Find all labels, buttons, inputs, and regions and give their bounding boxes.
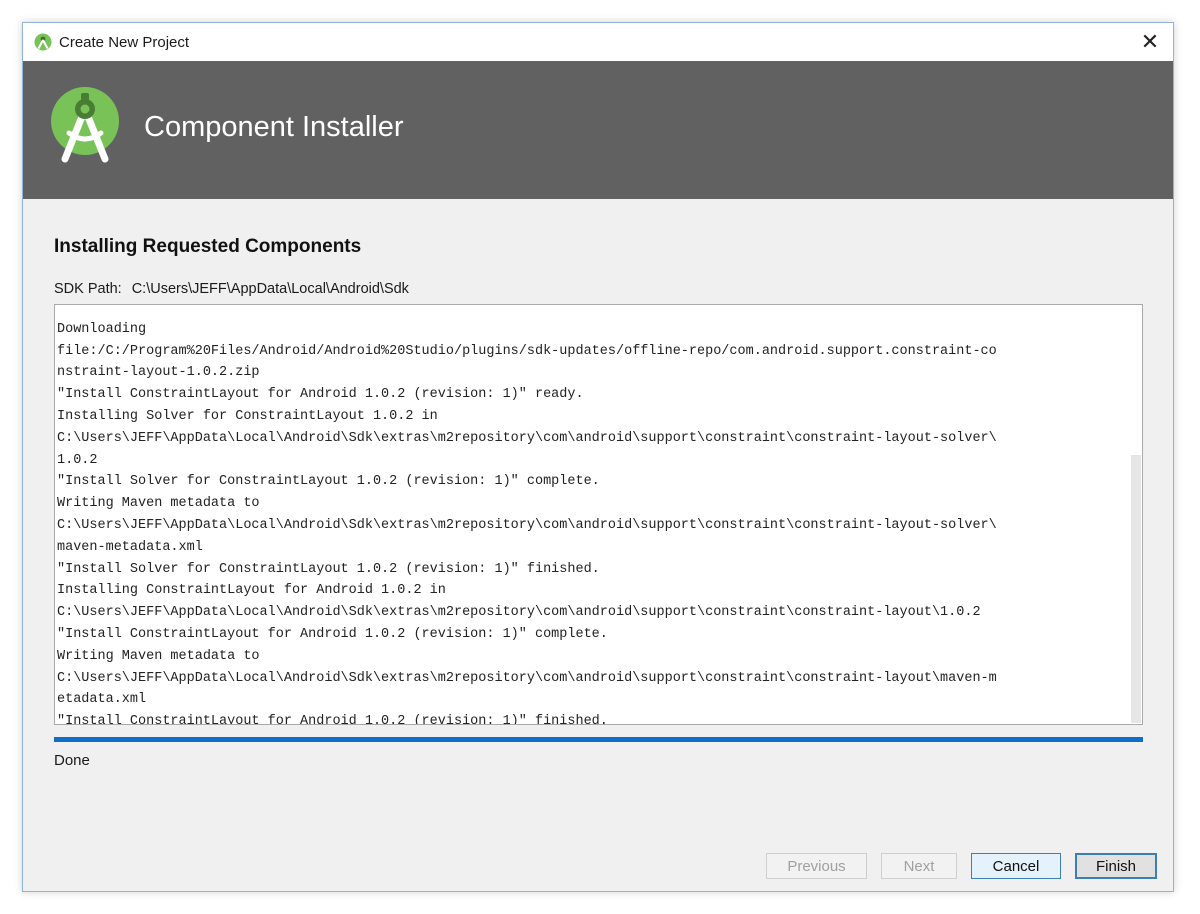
banner-title: Component Installer [144, 111, 404, 143]
cancel-button[interactable]: Cancel [971, 853, 1061, 879]
log-line: Writing Maven metadata to [57, 648, 260, 664]
progress-bar-fill [54, 737, 1143, 742]
sdk-path-label: SDK Path: [54, 281, 122, 297]
log-line: C:\Users\JEFF\AppData\Local\Android\Sdk\… [57, 670, 997, 686]
vertical-scrollbar[interactable] [1128, 305, 1142, 724]
log-line: "Install Solver for ConstraintLayout 1.0… [57, 474, 600, 490]
log-line: Installing Solver for ConstraintLayout 1… [57, 408, 438, 424]
close-button[interactable]: ✕ [1127, 23, 1173, 61]
next-button[interactable]: Next [881, 853, 957, 879]
log-line: maven-metadata.xml [57, 539, 203, 555]
progress-bar [54, 737, 1143, 742]
create-new-project-dialog: Create New Project ✕ Component Installer… [22, 22, 1174, 892]
log-line: 1.0.2 [57, 452, 98, 468]
sdk-path-value: C:\Users\JEFF\AppData\Local\Android\Sdk [131, 281, 409, 297]
status-text: Done [54, 752, 90, 769]
log-line: Writing Maven metadata to [57, 496, 260, 512]
log-line: "Install Solver for ConstraintLayout 1.0… [57, 561, 600, 577]
android-studio-logo [51, 87, 119, 163]
header-banner: Component Installer [23, 61, 1173, 199]
log-line: Downloading [57, 321, 147, 337]
log-line: etadata.xml [57, 692, 147, 708]
log-line: C:\Users\JEFF\AppData\Local\Android\Sdk\… [57, 517, 997, 533]
install-log[interactable]: Downloading file:/C:/Program%20Files/Andr… [54, 304, 1143, 725]
scrollbar-thumb[interactable] [1131, 455, 1141, 723]
previous-button[interactable]: Previous [766, 853, 867, 879]
page-title: Installing Requested Components [54, 236, 362, 257]
log-lines: Downloading file:/C:/Program%20Files/Andr… [57, 305, 1125, 725]
log-line: file:/C:/Program%20Files/Android/Android… [57, 343, 997, 359]
window-title: Create New Project [59, 34, 190, 51]
android-studio-icon [34, 33, 52, 51]
finish-button[interactable]: Finish [1075, 853, 1157, 879]
log-line: "Install ConstraintLayout for Android 1.… [57, 387, 584, 403]
log-line: "Install ConstraintLayout for Android 1.… [57, 714, 608, 725]
title-bar[interactable]: Create New Project ✕ [23, 23, 1173, 61]
log-line: C:\Users\JEFF\AppData\Local\Android\Sdk\… [57, 430, 997, 446]
log-line: nstraint-layout-1.0.2.zip [57, 365, 260, 381]
log-line: C:\Users\JEFF\AppData\Local\Android\Sdk\… [57, 605, 981, 621]
log-line: Installing ConstraintLayout for Android … [57, 583, 446, 599]
log-line: "Install ConstraintLayout for Android 1.… [57, 626, 608, 642]
sdk-path-row: SDK Path: C:\Users\JEFF\AppData\Local\And… [54, 281, 409, 297]
